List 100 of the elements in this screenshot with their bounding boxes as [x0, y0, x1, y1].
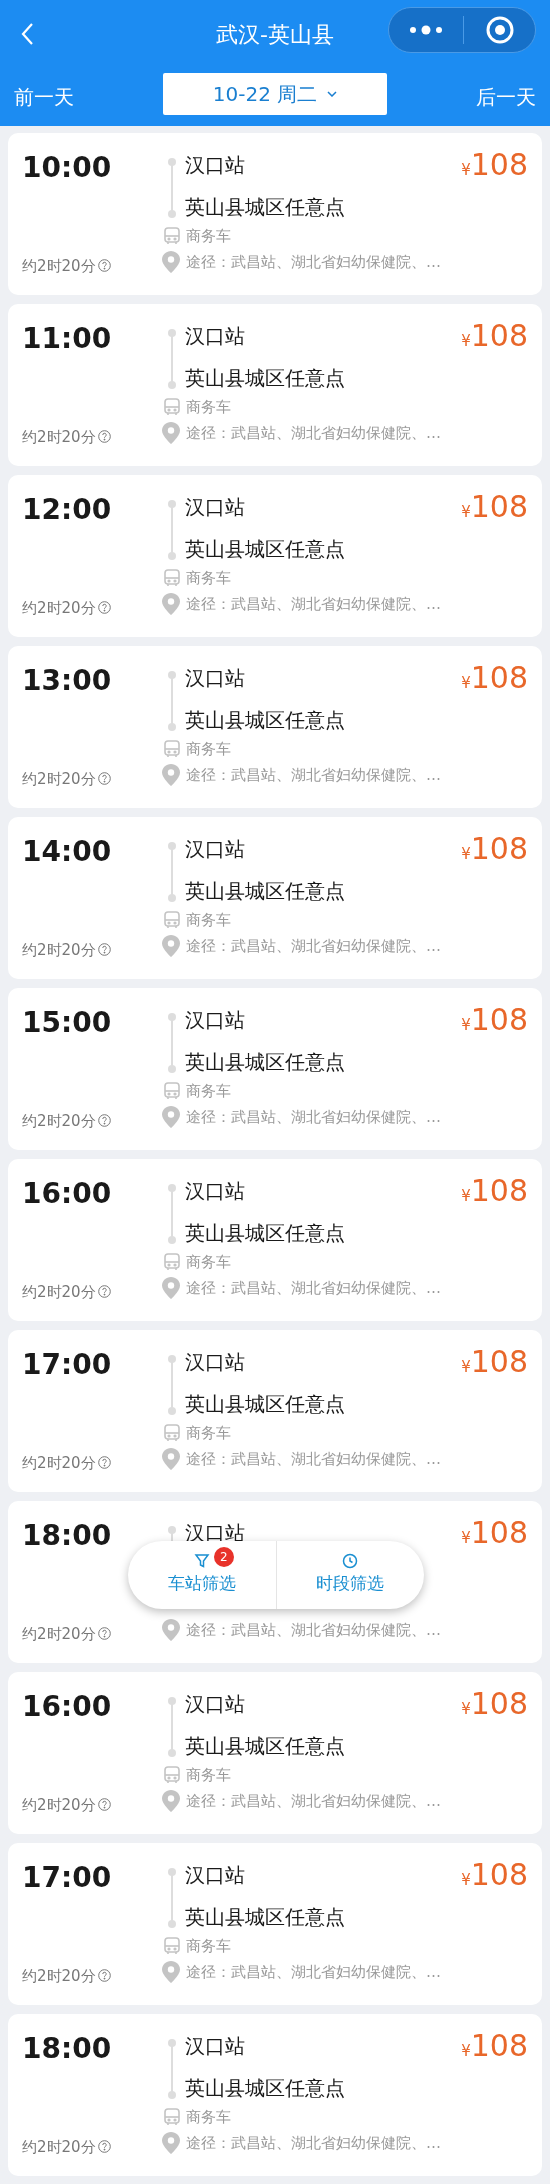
location-pin-icon	[162, 1961, 180, 1984]
location-pin-icon	[162, 1619, 180, 1642]
destination-station: 英山县城区任意点	[185, 1221, 345, 1245]
trip-card[interactable]: 14:00 约2时20分 汉口站 英山县城区任意点 商务车 途径：武昌站、湖北省妇幼保健院、… ¥108	[8, 817, 542, 979]
route-line-icon	[167, 1012, 177, 1074]
trip-card[interactable]: 13:00 约2时20分 汉口站 英山县城区任意点 商务车 途径：武昌站、湖北省妇幼保健院、… ¥108	[8, 646, 542, 808]
route-line-icon	[167, 2038, 177, 2100]
back-icon[interactable]	[20, 22, 34, 46]
location-pin-icon	[162, 764, 180, 787]
filter-button[interactable]: 2 车站筛选	[128, 1541, 276, 1609]
bus-icon	[162, 1936, 182, 1956]
help-icon	[97, 259, 111, 273]
help-icon	[97, 1969, 111, 1983]
vehicle-type: 商务车	[186, 567, 231, 589]
bus-icon	[162, 2107, 182, 2127]
help-icon	[97, 2140, 111, 2154]
departure-time: 16:00	[22, 1690, 113, 1724]
duration-text: 约2时20分	[22, 1110, 96, 1132]
price: ¥108	[461, 659, 528, 697]
route-stops: 途径：武昌站、湖北省妇幼保健院、…	[186, 1278, 441, 1299]
origin-station: 汉口站	[185, 494, 246, 521]
departure-time: 14:00	[22, 835, 113, 869]
origin-station: 汉口站	[185, 2033, 246, 2060]
destination-station: 英山县城区任意点	[185, 1905, 345, 1929]
help-icon	[97, 1627, 111, 1641]
duration-text: 约2时20分	[22, 1452, 96, 1474]
route-line-icon	[167, 328, 177, 390]
location-pin-icon	[162, 251, 180, 274]
date-picker[interactable]: 10-22 周二	[163, 73, 387, 115]
destination-station: 英山县城区任意点	[185, 1050, 345, 1074]
trip-card[interactable]: 18:00 约2时20分 汉口站 英山县城区任意点 商务车 途径：武昌站、湖北省妇幼保健院、… ¥108	[8, 2014, 542, 2176]
bus-icon	[162, 1252, 182, 1272]
origin-station: 汉口站	[185, 836, 246, 863]
price: ¥108	[461, 1001, 528, 1039]
help-icon	[97, 1285, 111, 1299]
trip-card[interactable]: 10:00 约2时20分 汉口站 英山县城区任意点 商务车 途径：武昌站、湖北省妇幼保健院、… ¥108	[8, 133, 542, 295]
help-icon	[97, 601, 111, 615]
destination-station: 英山县城区任意点	[185, 1392, 345, 1416]
origin-station: 汉口站	[185, 1691, 246, 1718]
route-line-icon	[167, 499, 177, 561]
duration-text: 约2时20分	[22, 1623, 96, 1645]
price: ¥108	[461, 317, 528, 355]
location-pin-icon	[162, 593, 180, 616]
trip-card[interactable]: 17:00 约2时20分 汉口站 英山县城区任意点 商务车 途径：武昌站、湖北省妇幼保健院、… ¥108	[8, 1330, 542, 1492]
price: ¥108	[461, 146, 528, 184]
location-pin-icon	[162, 1277, 180, 1300]
location-pin-icon	[162, 1106, 180, 1129]
location-pin-icon	[162, 935, 180, 958]
filter-label: 时段筛选	[316, 1572, 385, 1596]
departure-time: 15:00	[22, 1006, 113, 1040]
departure-time: 17:00	[22, 1861, 113, 1895]
trip-card[interactable]: 12:00 约2时20分 汉口站 英山县城区任意点 商务车 途径：武昌站、湖北省妇幼保健院、… ¥108	[8, 475, 542, 637]
filter-button[interactable]: 时段筛选	[275, 1541, 424, 1609]
departure-time: 17:00	[22, 1348, 113, 1382]
departure-time: 18:00	[22, 1519, 113, 1553]
vehicle-type: 商务车	[186, 396, 231, 418]
route-stops: 途径：武昌站、湖北省妇幼保健院、…	[186, 1962, 441, 1983]
departure-time: 16:00	[22, 1177, 113, 1211]
route-stops: 途径：武昌站、湖北省妇幼保健院、…	[186, 252, 441, 273]
more-icon[interactable]	[409, 25, 443, 35]
bus-icon	[162, 226, 182, 246]
help-icon	[97, 1798, 111, 1812]
origin-station: 汉口站	[185, 1007, 246, 1034]
bus-icon	[162, 1765, 182, 1785]
price: ¥108	[461, 1172, 528, 1210]
route-stops: 途径：武昌站、湖北省妇幼保健院、…	[186, 2133, 441, 2154]
price: ¥108	[461, 1514, 528, 1552]
duration-text: 约2时20分	[22, 1281, 96, 1303]
trip-card[interactable]: 15:00 约2时20分 汉口站 英山县城区任意点 商务车 途径：武昌站、湖北省妇幼保健院、… ¥108	[8, 988, 542, 1150]
trip-card[interactable]: 17:00 约2时20分 汉口站 英山县城区任意点 商务车 途径：武昌站、湖北省妇幼保健院、… ¥108	[8, 1843, 542, 2005]
route-stops: 途径：武昌站、湖北省妇幼保健院、…	[186, 1449, 441, 1470]
route-stops: 途径：武昌站、湖北省妇幼保健院、…	[186, 423, 441, 444]
trip-card[interactable]: 11:00 约2时20分 汉口站 英山县城区任意点 商务车 途径：武昌站、湖北省妇幼保健院、… ¥108	[8, 304, 542, 466]
bus-icon	[162, 568, 182, 588]
trip-card[interactable]: 16:00 约2时20分 汉口站 英山县城区任意点 商务车 途径：武昌站、湖北省妇幼保健院、… ¥108	[8, 1159, 542, 1321]
filter-label: 车站筛选	[167, 1572, 236, 1596]
chevron-down-icon	[327, 91, 338, 97]
trip-card[interactable]: 16:00 约2时20分 汉口站 英山县城区任意点 商务车 途径：武昌站、湖北省妇幼保健院、… ¥108	[8, 1672, 542, 1834]
vehicle-type: 商务车	[186, 1422, 231, 1444]
price: ¥108	[461, 488, 528, 526]
price: ¥108	[461, 830, 528, 868]
location-pin-icon	[162, 1790, 180, 1813]
price: ¥108	[461, 2027, 528, 2065]
departure-time: 12:00	[22, 493, 113, 527]
route-line-icon	[167, 157, 177, 219]
close-target-icon[interactable]	[486, 16, 514, 44]
vehicle-type: 商务车	[186, 1251, 231, 1273]
bus-icon	[162, 1423, 182, 1443]
help-icon	[97, 1114, 111, 1128]
duration-text: 约2时20分	[22, 597, 96, 619]
location-pin-icon	[162, 422, 180, 445]
origin-station: 汉口站	[185, 323, 246, 350]
departure-time: 18:00	[22, 2032, 113, 2066]
vehicle-type: 商务车	[186, 2106, 231, 2128]
help-icon	[97, 943, 111, 957]
duration-text: 约2时20分	[22, 939, 96, 961]
origin-station: 汉口站	[185, 152, 246, 179]
clock-icon	[342, 1553, 359, 1570]
vehicle-type: 商务车	[186, 909, 231, 931]
destination-station: 英山县城区任意点	[185, 366, 345, 390]
